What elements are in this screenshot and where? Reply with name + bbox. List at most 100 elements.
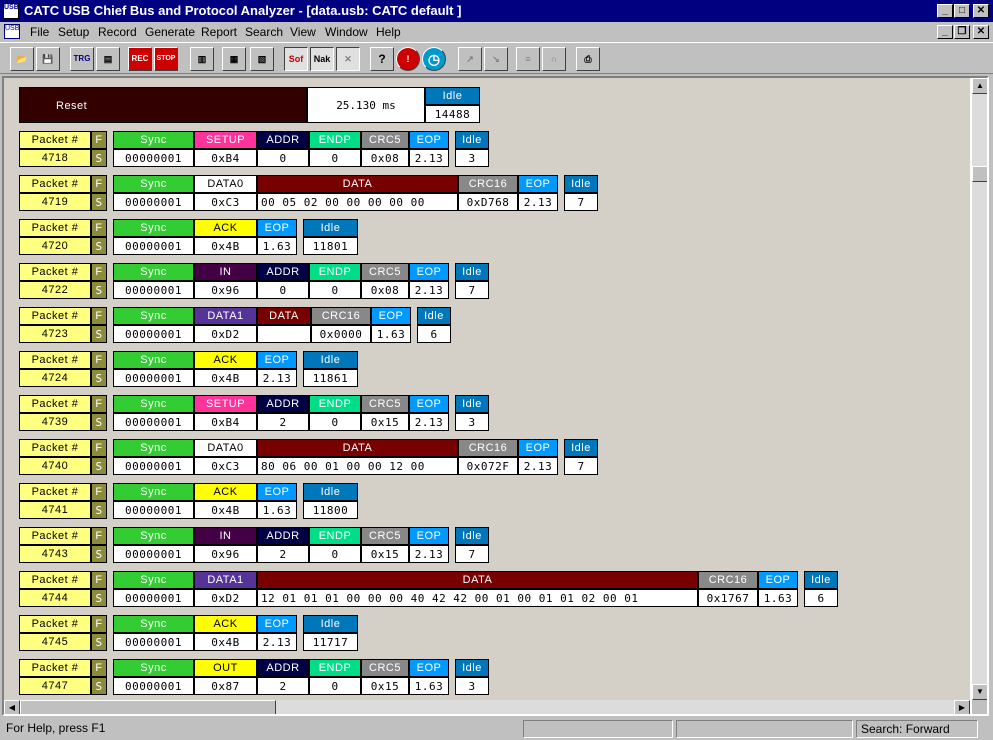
- packet-number[interactable]: 4739: [19, 413, 91, 431]
- crc-value[interactable]: 0x15: [361, 677, 409, 695]
- print-icon[interactable]: ⎙: [576, 47, 600, 71]
- idle-value[interactable]: 11801: [303, 237, 358, 255]
- hide-chirp-icon[interactable]: ✕: [336, 47, 360, 71]
- sync-value[interactable]: 00000001: [113, 633, 194, 651]
- help-icon[interactable]: ?: [370, 47, 394, 71]
- idle-value[interactable]: 3: [455, 149, 489, 167]
- idle-value[interactable]: 11800: [303, 501, 358, 519]
- eop-value[interactable]: 1.63: [257, 237, 297, 255]
- sync-value[interactable]: 00000001: [113, 237, 194, 255]
- eop-value[interactable]: 2.13: [257, 369, 297, 387]
- scroll-up-icon[interactable]: ▲: [972, 78, 987, 94]
- datapl-value[interactable]: [257, 325, 311, 343]
- sync-value[interactable]: 00000001: [113, 325, 194, 343]
- menu-file[interactable]: File: [30, 25, 49, 39]
- sync-value[interactable]: 00000001: [113, 369, 194, 387]
- horizontal-scroll-thumb[interactable]: [20, 700, 276, 714]
- eop-value[interactable]: 2.13: [409, 413, 449, 431]
- out-value[interactable]: 0x87: [194, 677, 257, 695]
- stop-icon[interactable]: STOP: [154, 47, 178, 71]
- crc-value[interactable]: 0x1767: [698, 589, 758, 607]
- filter-icon[interactable]: ▤: [96, 47, 120, 71]
- eop-value[interactable]: 1.63: [371, 325, 411, 343]
- scroll-down-icon[interactable]: ▼: [972, 684, 987, 700]
- horizontal-scrollbar[interactable]: ◀ ▶: [4, 700, 970, 714]
- sync-value[interactable]: 00000001: [113, 457, 194, 475]
- data0-value[interactable]: 0xC3: [194, 193, 257, 211]
- menu-setup[interactable]: Setup: [58, 25, 89, 39]
- idle-value[interactable]: 7: [564, 457, 598, 475]
- idle-value[interactable]: 3: [455, 413, 489, 431]
- packet-row[interactable]: Packet #4745 F S Sync 00000001 ACK 0x4B EOP 2.13…: [19, 615, 919, 651]
- datapl-value[interactable]: 80 06 00 01 00 00 12 00: [257, 457, 458, 475]
- menu-record[interactable]: Record: [98, 25, 137, 39]
- packet-number[interactable]: 4720: [19, 237, 91, 255]
- marker-icon[interactable]: ↗: [458, 47, 482, 71]
- packet-row[interactable]: Packet #4720 F S Sync 00000001 ACK 0x4B EOP 1.63…: [19, 219, 919, 255]
- sync-value[interactable]: 00000001: [113, 193, 194, 211]
- save-icon[interactable]: 💾: [36, 47, 60, 71]
- datapl-value[interactable]: 00 05 02 00 00 00 00 00: [257, 193, 458, 211]
- hide-sof-icon[interactable]: Sof: [284, 47, 308, 71]
- doc-close-icon[interactable]: ✕: [973, 25, 989, 39]
- idle-value[interactable]: 6: [417, 325, 451, 343]
- datapl-value[interactable]: 12 01 01 01 00 00 00 40 42 42 00 01 00 0…: [257, 589, 698, 607]
- close-icon[interactable]: ✕: [973, 4, 989, 18]
- doc-restore-icon[interactable]: ❐: [954, 25, 970, 39]
- setup-value[interactable]: 0xB4: [194, 413, 257, 431]
- packet-number[interactable]: 4719: [19, 193, 91, 211]
- open-icon[interactable]: 📂: [10, 47, 34, 71]
- addr-value[interactable]: 0: [257, 281, 309, 299]
- menu-help[interactable]: Help: [376, 25, 401, 39]
- report-icon[interactable]: ▥: [190, 47, 214, 71]
- expand-icon[interactable]: ≡: [516, 47, 540, 71]
- scroll-right-icon[interactable]: ▶: [954, 700, 970, 714]
- maximize-icon[interactable]: □: [954, 4, 970, 18]
- menu-generate[interactable]: Generate: [145, 25, 195, 39]
- packet-number[interactable]: 4747: [19, 677, 91, 695]
- packet-number[interactable]: 4741: [19, 501, 91, 519]
- packet-row[interactable]: Packet #4744 F S Sync 00000001 DATA1 0xD2 DATA 1…: [19, 571, 919, 607]
- reset-cell[interactable]: Reset: [19, 87, 307, 123]
- idle-value[interactable]: 11717: [303, 633, 358, 651]
- packet-row[interactable]: Packet #4718 F S Sync 00000001 SETUP 0xB4 ADDR 0…: [19, 131, 919, 167]
- idle-value[interactable]: 7: [455, 281, 489, 299]
- packet-number[interactable]: 4740: [19, 457, 91, 475]
- data1-value[interactable]: 0xD2: [194, 325, 257, 343]
- setup-value[interactable]: 0xB4: [194, 149, 257, 167]
- sync-value[interactable]: 00000001: [113, 589, 194, 607]
- data1-value[interactable]: 0xD2: [194, 589, 257, 607]
- packet-row[interactable]: Packet #4722 F S Sync 00000001 IN 0x96 ADDR 0 END…: [19, 263, 919, 299]
- ack-value[interactable]: 0x4B: [194, 369, 257, 387]
- idle-value[interactable]: 6: [804, 589, 838, 607]
- crc-value[interactable]: 0x15: [361, 545, 409, 563]
- sync-value[interactable]: 00000001: [113, 281, 194, 299]
- eop-value[interactable]: 2.13: [409, 281, 449, 299]
- menu-window[interactable]: Window: [325, 25, 368, 39]
- packet-row[interactable]: Packet #4724 F S Sync 00000001 ACK 0x4B EOP 2.13…: [19, 351, 919, 387]
- ack-value[interactable]: 0x4B: [194, 633, 257, 651]
- menu-view[interactable]: View: [290, 25, 316, 39]
- crc-value[interactable]: 0x15: [361, 413, 409, 431]
- addr-value[interactable]: 2: [257, 413, 309, 431]
- packet-row[interactable]: Packet #4743 F S Sync 00000001 IN 0x96 ADDR 2 END…: [19, 527, 919, 563]
- addr-value[interactable]: 2: [257, 677, 309, 695]
- packet-number[interactable]: 4718: [19, 149, 91, 167]
- ack-value[interactable]: 0x4B: [194, 237, 257, 255]
- crc-value[interactable]: 0xD768: [458, 193, 518, 211]
- packet-row[interactable]: Packet #4723 F S Sync 00000001 DATA1 0xD2 DATA C…: [19, 307, 919, 343]
- in-value[interactable]: 0x96: [194, 545, 257, 563]
- ack-value[interactable]: 0x4B: [194, 501, 257, 519]
- bus-util-icon[interactable]: ▦: [222, 47, 246, 71]
- menu-report[interactable]: Report: [201, 25, 237, 39]
- idle-value[interactable]: 7: [455, 545, 489, 563]
- data0-value[interactable]: 0xC3: [194, 457, 257, 475]
- crc-value[interactable]: 0x0000: [311, 325, 371, 343]
- hide-nak-icon[interactable]: Nak: [310, 47, 334, 71]
- idle-value[interactable]: 11861: [303, 369, 358, 387]
- addr-value[interactable]: 2: [257, 545, 309, 563]
- vertical-scroll-thumb[interactable]: [972, 166, 987, 182]
- doc-minimize-icon[interactable]: _: [937, 25, 953, 39]
- sync-value[interactable]: 00000001: [113, 413, 194, 431]
- packet-list[interactable]: Reset 25.130 ms Idle 14488 Packet #4718 F…: [4, 78, 970, 700]
